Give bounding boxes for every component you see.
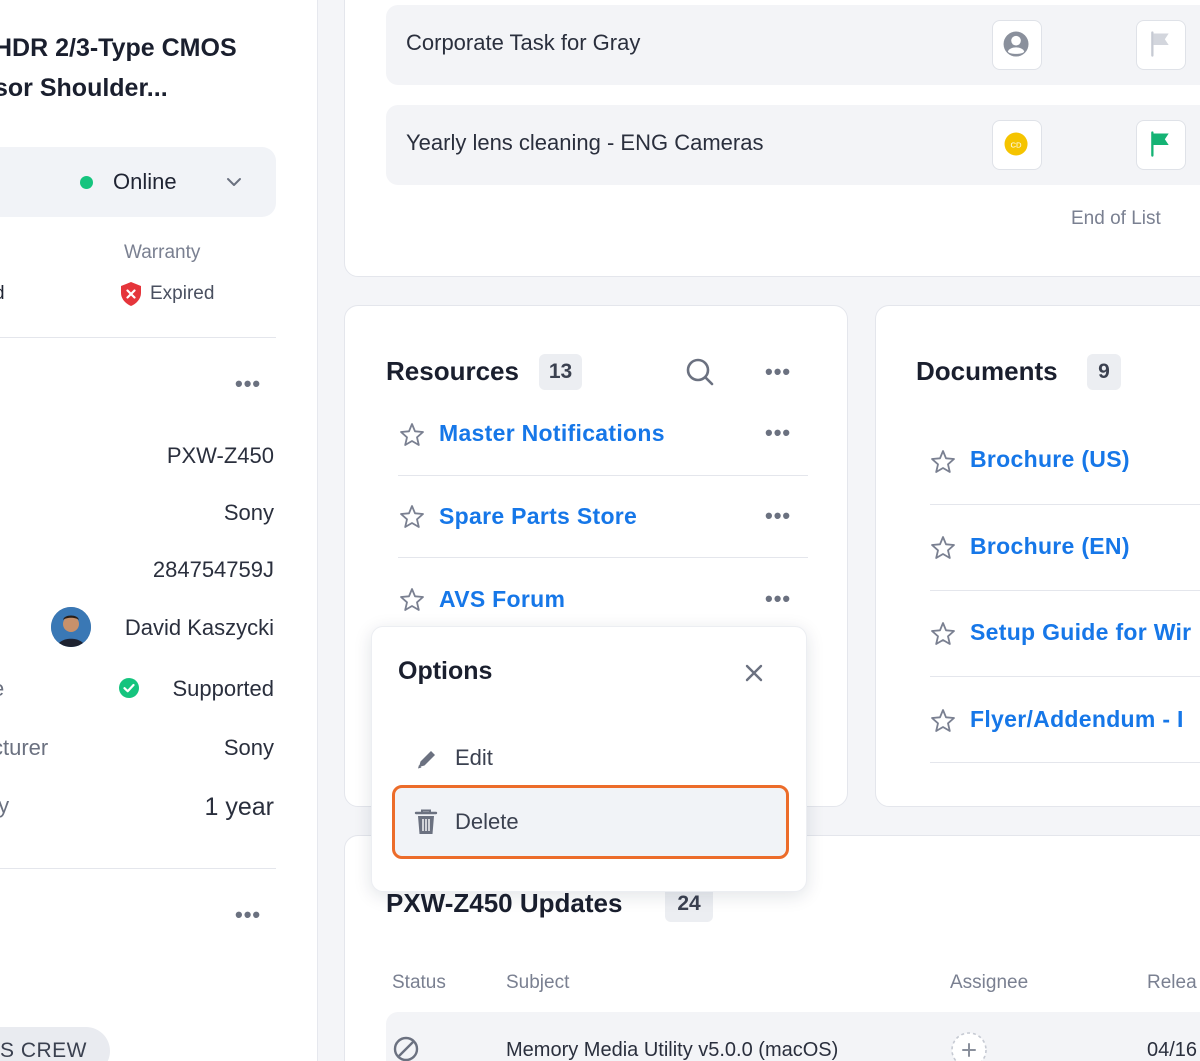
resources-more-icon[interactable]: •••: [765, 361, 791, 383]
divider: [0, 337, 276, 338]
priority-flag-button[interactable]: [1136, 20, 1186, 70]
document-link[interactable]: Brochure (US): [970, 446, 1130, 473]
serial-value: 284754759J: [152, 557, 274, 582]
column-header-subject[interactable]: Subject: [506, 972, 569, 994]
document-link[interactable]: Brochure (EN): [970, 533, 1130, 560]
document-link[interactable]: Setup Guide for Wir: [970, 619, 1200, 646]
divider: [398, 475, 808, 476]
resource-link[interactable]: Spare Parts Store: [439, 503, 637, 530]
divider: [930, 676, 1200, 677]
divider: [930, 590, 1200, 591]
status-blocked-icon: [393, 1036, 419, 1061]
column-header-release[interactable]: Relea: [1147, 972, 1197, 994]
divider: [930, 762, 1200, 763]
star-icon[interactable]: [929, 534, 957, 562]
column-header-status[interactable]: Status: [392, 972, 446, 994]
column-header-assignee[interactable]: Assignee: [950, 972, 1028, 994]
shield-x-icon: [121, 282, 141, 306]
clipped-field-value: d: [0, 283, 5, 305]
documents-count-badge: 9: [1087, 354, 1121, 390]
documents-title: Documents: [916, 356, 1058, 386]
support-label: e: [0, 676, 4, 702]
avatar-image: [51, 607, 91, 647]
updates-title: PXW-Z450 Updates: [386, 888, 623, 918]
warranty-status: Expired: [150, 283, 215, 304]
update-subject: Memory Media Utility v5.0.0 (macOS): [506, 1039, 839, 1061]
task-title: Yearly lens cleaning - ENG Cameras: [406, 130, 764, 155]
assignee-button[interactable]: CD: [992, 120, 1042, 170]
close-icon[interactable]: [742, 661, 766, 685]
document-link[interactable]: Flyer/Addendum - I: [970, 706, 1200, 733]
star-icon[interactable]: [398, 586, 426, 614]
task-row[interactable]: Yearly lens cleaning - ENG Cameras CD: [386, 105, 1200, 185]
pencil-icon: [418, 751, 435, 769]
task-row[interactable]: Corporate Task for Gray: [386, 5, 1200, 85]
trash-icon: [414, 809, 438, 834]
star-icon[interactable]: [398, 503, 426, 531]
assignee-initials: CD: [1010, 140, 1022, 149]
asset-detail-panel: HDR 2/3-Type CMOS sor Shoulder... Online…: [0, 0, 318, 1061]
model-value: PXW-Z450: [166, 443, 274, 468]
delete-menu-item[interactable]: Delete: [392, 785, 789, 859]
more-options-icon[interactable]: •••: [235, 904, 261, 926]
warranty-period-value: 1 year: [204, 793, 274, 821]
resources-title: Resources: [386, 356, 519, 386]
add-assignee-icon[interactable]: [949, 1030, 989, 1061]
divider: [398, 557, 808, 558]
owner-name[interactable]: David Kaszycki: [125, 615, 274, 641]
resource-more-icon[interactable]: •••: [765, 422, 791, 444]
asset-title: HDR 2/3-Type CMOS sor Shoulder...: [0, 28, 294, 108]
divider: [930, 504, 1200, 505]
support-value: Supported: [172, 676, 274, 701]
status-dropdown[interactable]: Online: [0, 147, 276, 217]
assignee-button[interactable]: [992, 20, 1042, 70]
asset-title-line-2: sor Shoulder...: [0, 74, 168, 102]
more-options-icon[interactable]: •••: [235, 373, 261, 395]
brand-value: Sony: [223, 500, 274, 525]
manufacturer-value: Sony: [223, 735, 274, 760]
star-icon[interactable]: [929, 448, 957, 476]
resource-link[interactable]: AVS Forum: [439, 586, 565, 613]
crew-tag-label: S CREW: [0, 1039, 87, 1061]
options-title: Options: [398, 657, 493, 685]
warranty-label: Warranty: [124, 242, 201, 263]
check-circle-icon: [119, 678, 139, 698]
manufacturer-label: cturer: [0, 735, 49, 760]
edit-label: Edit: [455, 745, 493, 770]
chevron-down-icon: [227, 178, 241, 186]
resource-more-icon[interactable]: •••: [765, 588, 791, 610]
edit-menu-item[interactable]: Edit: [398, 728, 784, 788]
flag-icon: [1151, 31, 1169, 57]
delete-label: Delete: [455, 809, 519, 834]
table-row[interactable]: Memory Media Utility v5.0.0 (macOS) 04/1…: [386, 1012, 1200, 1061]
status-value: Online: [113, 169, 177, 194]
priority-flag-button[interactable]: [1136, 120, 1186, 170]
online-status-dot: [80, 176, 93, 189]
warranty-period-label: ty: [0, 793, 9, 819]
end-of-list-label: End of List: [1071, 208, 1161, 229]
options-popover: Options Edit Delete: [371, 626, 807, 892]
star-icon[interactable]: [929, 620, 957, 648]
update-date: 04/16: [1147, 1039, 1198, 1061]
owner-avatar: [51, 607, 91, 647]
crew-tag[interactable]: S CREW: [0, 1027, 110, 1061]
resource-more-icon[interactable]: •••: [765, 505, 791, 527]
divider: [0, 868, 276, 869]
flag-icon: [1151, 131, 1169, 157]
user-icon: [1003, 31, 1029, 57]
asset-title-line-1: HDR 2/3-Type CMOS: [0, 34, 237, 62]
assignee-avatar-icon: CD: [1004, 132, 1028, 156]
resources-count-badge: 13: [539, 354, 582, 390]
star-icon[interactable]: [398, 421, 426, 449]
resource-link[interactable]: Master Notifications: [439, 420, 665, 447]
star-icon[interactable]: [929, 707, 957, 735]
search-icon[interactable]: [684, 356, 716, 388]
task-title: Corporate Task for Gray: [406, 30, 641, 55]
